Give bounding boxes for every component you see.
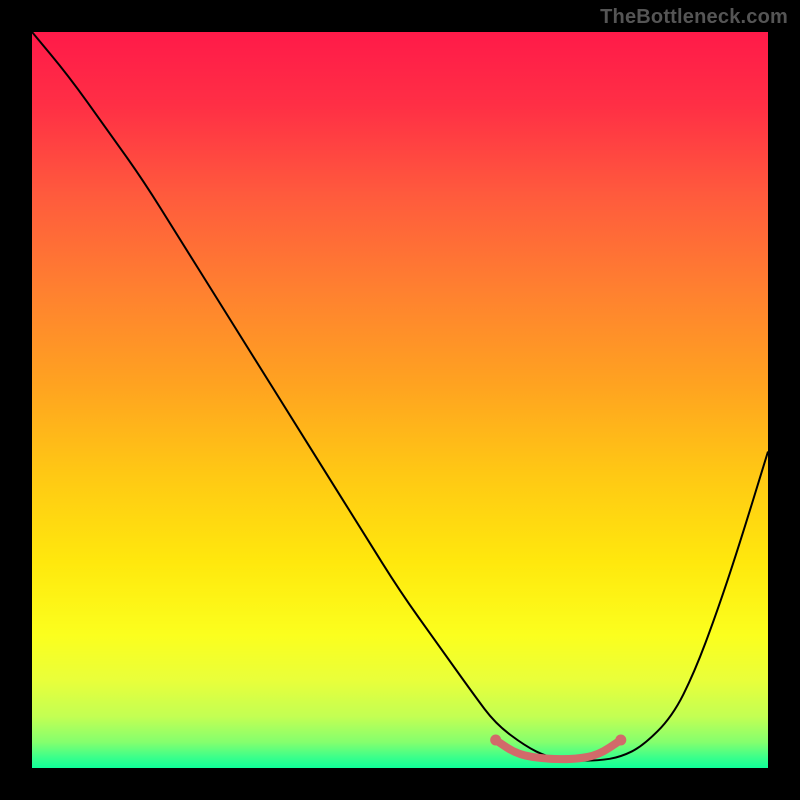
watermark-text: TheBottleneck.com: [600, 6, 788, 29]
chart-container: TheBottleneck.com: [0, 0, 800, 800]
chart-svg: [32, 32, 768, 768]
band-end-dot: [615, 735, 626, 746]
plot-area: [32, 32, 768, 768]
gradient-background: [32, 32, 768, 768]
band-start-dot: [490, 735, 501, 746]
